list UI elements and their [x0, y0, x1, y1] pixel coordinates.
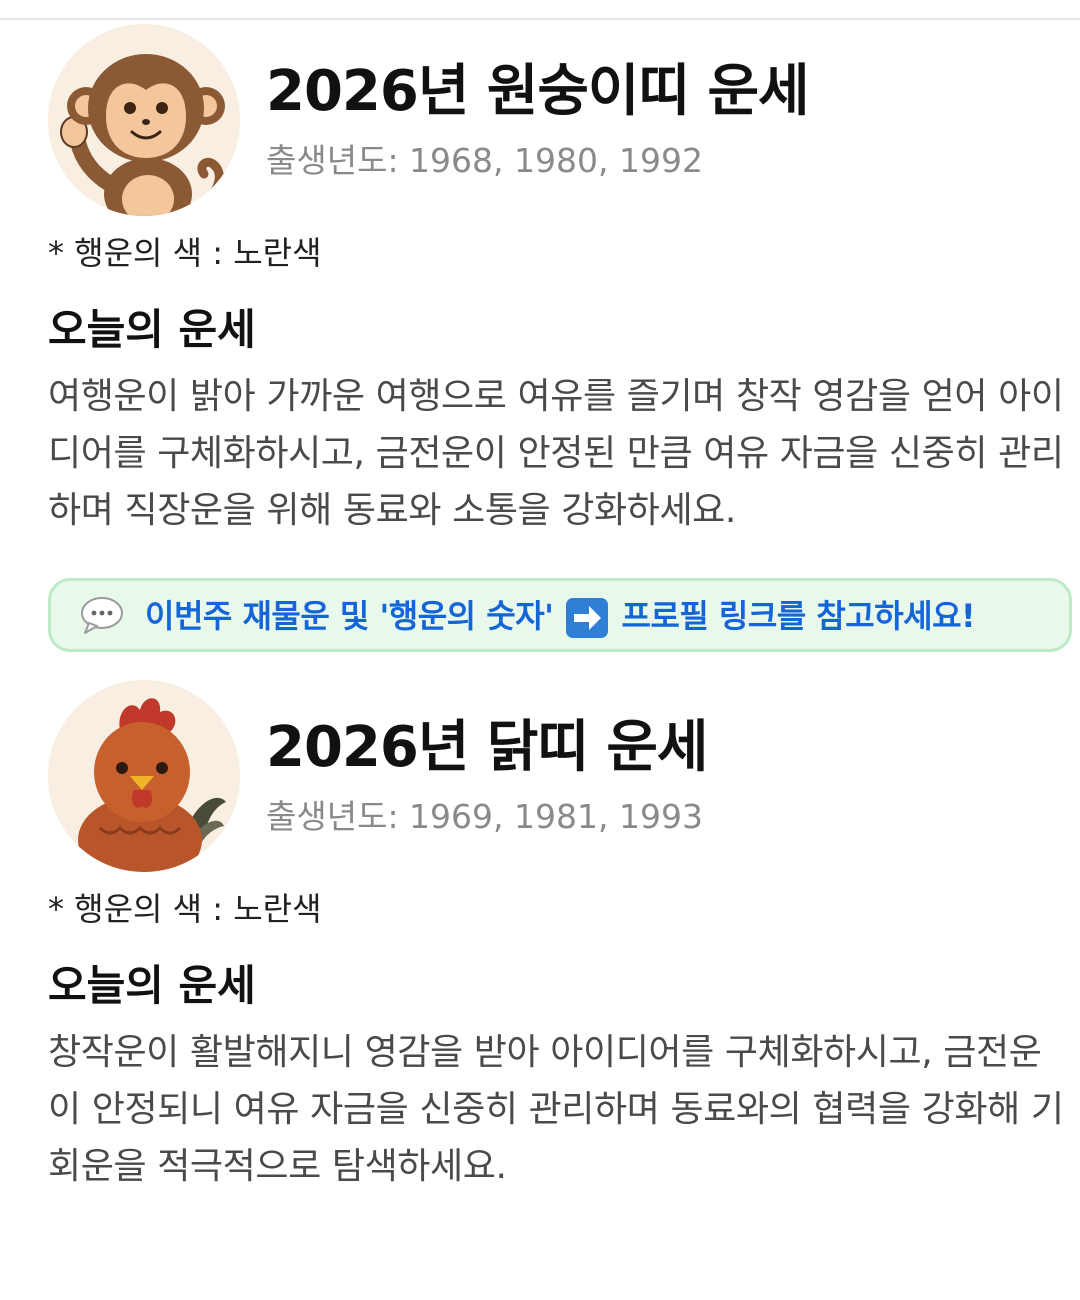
card-title: 2026년 닭띠 운세 — [266, 715, 708, 780]
section-title: 오늘의 운세 — [48, 305, 256, 354]
fortune-text: 창작운이 활발해지니 영감을 받아 아이디어를 구체화하시고, 금전운이 안정되… — [48, 1032, 1064, 1187]
banner-message: 이번주 재물운 및 '행운의 숫자' 프로필 링크를 참고하세요! — [145, 591, 976, 639]
rooster-icon — [48, 680, 240, 872]
fortune-text: 여행운이 밝아 가까운 여행으로 여유를 즐기며 창작 영감을 얻어 아이디어를… — [48, 376, 1064, 531]
monkey-icon — [48, 24, 240, 216]
lucky-color: * 행운의 색 : 노란색 — [48, 890, 322, 928]
top-divider — [0, 18, 1080, 20]
right-arrow-icon — [566, 598, 609, 638]
birth-years: 출생년도: 1968, 1980, 1992 — [266, 141, 703, 180]
lucky-color: * 행운의 색 : 노란색 — [48, 234, 322, 272]
banner-text-after: 프로필 링크를 참고하세요! — [621, 597, 976, 635]
banner-text-before: 이번주 재물운 및 '행운의 숫자' — [145, 597, 554, 635]
birth-years: 출생년도: 1969, 1981, 1993 — [266, 797, 703, 836]
section-title: 오늘의 운세 — [48, 961, 256, 1010]
profile-link-banner[interactable]: 이번주 재물운 및 '행운의 숫자' 프로필 링크를 참고하세요! — [48, 578, 1072, 652]
speech-bubble-icon — [81, 597, 123, 634]
card-title: 2026년 원숭이띠 운세 — [266, 59, 809, 124]
